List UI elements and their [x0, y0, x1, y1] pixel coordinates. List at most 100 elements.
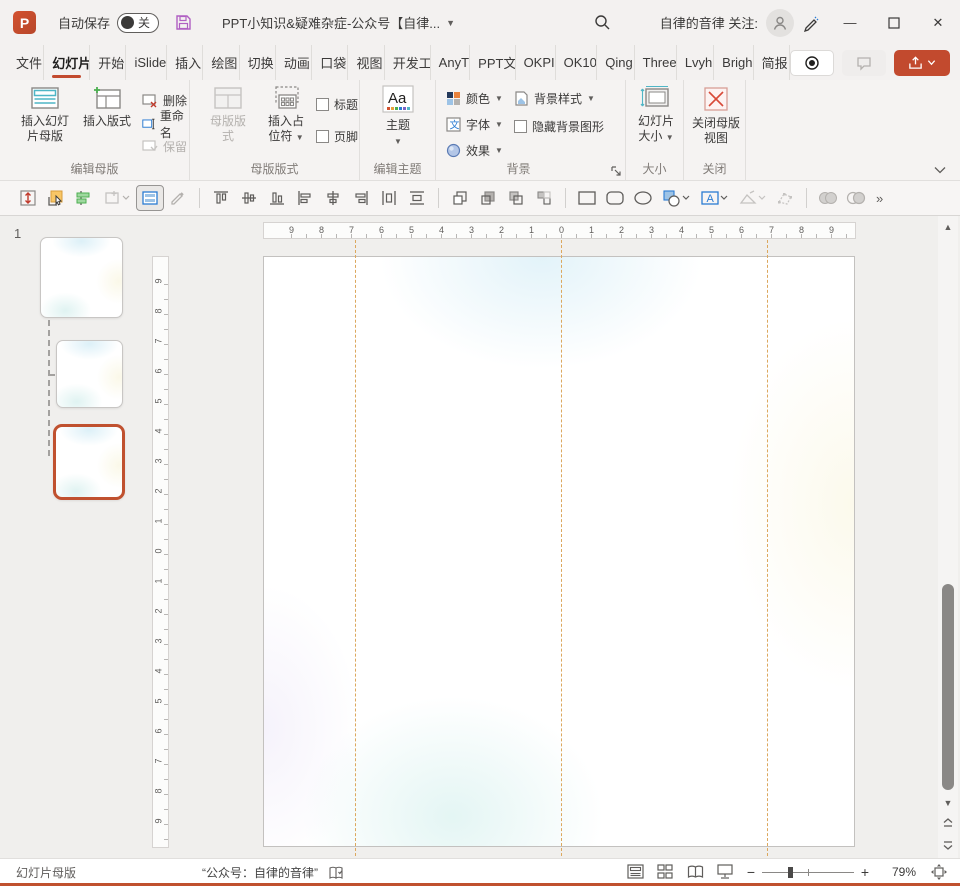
zoom-slider[interactable] [762, 860, 854, 884]
tab-home[interactable]: 开始 [90, 45, 126, 80]
rounded-rectangle-shape-icon[interactable] [601, 185, 629, 211]
preserve-button[interactable]: 保留 [142, 135, 189, 158]
horizontal-ruler[interactable]: 9876543210123456789 [263, 222, 856, 239]
previous-slide-icon[interactable] [938, 814, 958, 832]
distribute-horizontal-icon[interactable] [375, 185, 403, 211]
tab-ok10[interactable]: OK10 [556, 45, 598, 80]
tab-lvyh[interactable]: Lvyh [677, 45, 714, 80]
avatar[interactable] [766, 9, 794, 37]
spell-check-icon[interactable] [328, 866, 344, 880]
fit-to-window-button[interactable] [922, 864, 956, 880]
rectangle-shape-icon[interactable] [573, 185, 601, 211]
insert-slide-master-button[interactable]: 插入幻灯片母版 [16, 85, 74, 144]
ellipse-shape-icon[interactable] [629, 185, 657, 211]
next-slide-icon[interactable] [938, 836, 958, 854]
close-master-view-button[interactable]: 关闭母版视图 [691, 85, 741, 146]
share-button[interactable] [894, 50, 950, 76]
align-center-icon[interactable] [319, 185, 347, 211]
footer-checkbox[interactable]: 页脚 [316, 124, 358, 148]
vertical-guide-center[interactable] [561, 240, 562, 856]
background-styles-button[interactable]: 背景样式▼ [514, 87, 604, 110]
effects-button[interactable]: 效果▼ [446, 139, 503, 162]
close-button[interactable]: ✕ [916, 0, 960, 45]
align-left-icon[interactable] [291, 185, 319, 211]
send-backward-icon[interactable] [474, 185, 502, 211]
tab-anytools[interactable]: AnyT [431, 45, 471, 80]
shapes-gallery-icon[interactable] [657, 185, 695, 211]
master-layout-button[interactable]: 母版版式 [204, 85, 252, 144]
tab-view[interactable]: 视图 [348, 45, 384, 80]
slide-layout-tool-icon[interactable] [136, 185, 164, 211]
background-dialog-launcher[interactable] [611, 166, 621, 176]
powerpoint-app-icon[interactable]: P [13, 11, 36, 34]
normal-view-button[interactable] [620, 860, 650, 884]
tab-transitions[interactable]: 切换 [240, 45, 276, 80]
search-icon[interactable] [586, 6, 620, 40]
save-icon[interactable] [175, 14, 192, 31]
zoom-out-button[interactable]: − [740, 864, 762, 880]
tab-slide-master[interactable]: 幻灯片 [44, 45, 90, 80]
zoom-in-button[interactable]: + [854, 864, 876, 880]
group-objects-icon[interactable] [530, 185, 558, 211]
footer-checkbox-box[interactable] [316, 130, 329, 143]
shape-fill-icon[interactable] [733, 185, 771, 211]
title-dropdown-icon[interactable]: ▼ [446, 18, 455, 28]
maximize-button[interactable] [872, 0, 916, 45]
scroll-down-icon[interactable]: ▼ [938, 794, 958, 812]
hide-background-checkbox-box[interactable] [514, 120, 527, 133]
minimize-button[interactable]: — [828, 0, 872, 45]
edit-points-icon[interactable] [771, 185, 799, 211]
tab-three[interactable]: Three [635, 45, 677, 80]
rename-button[interactable]: 重命名 [142, 112, 189, 135]
tab-file[interactable]: 文件 [0, 45, 44, 80]
zoom-percentage[interactable]: 79% [876, 865, 916, 879]
layout-thumbnail-2-selected[interactable] [53, 424, 125, 500]
tab-jianbao[interactable]: 简报 [754, 45, 790, 80]
align-top-icon[interactable] [207, 185, 235, 211]
text-box-icon[interactable]: A [695, 185, 733, 211]
title-checkbox-box[interactable] [316, 98, 329, 111]
tab-islide[interactable]: iSlide [126, 45, 167, 80]
row-height-tool-icon[interactable] [14, 185, 42, 211]
align-middle-icon[interactable] [235, 185, 263, 211]
hide-background-checkbox[interactable]: 隐藏背景图形 [514, 114, 604, 138]
vertical-guide-right[interactable] [767, 240, 768, 856]
vertical-guide-left[interactable] [355, 240, 356, 856]
tab-animations[interactable]: 动画 [276, 45, 312, 80]
themes-button[interactable]: Aa 主题▼ [376, 85, 420, 148]
record-button[interactable] [790, 50, 834, 76]
tab-pptx[interactable]: PPT文 [470, 45, 515, 80]
tab-developer[interactable]: 开发工 [385, 45, 431, 80]
collapse-ribbon-icon[interactable] [934, 166, 946, 174]
tab-okplus[interactable]: OKPI [516, 45, 556, 80]
slideshow-view-button[interactable] [710, 860, 740, 884]
align-bottom-icon[interactable] [263, 185, 291, 211]
tab-qing[interactable]: Qing [597, 45, 634, 80]
slide-size-button[interactable]: 幻灯片大小 ▼ [634, 85, 678, 144]
distribute-vertical-icon[interactable] [403, 185, 431, 211]
document-title[interactable]: PPT小知识&疑难杂症-公众号【自律... ▼ [222, 13, 455, 32]
comments-button[interactable] [842, 50, 886, 76]
select-object-tool-icon[interactable] [42, 185, 70, 211]
insert-placeholder-button[interactable]: 插入占位符 ▼ [260, 85, 312, 144]
scroll-up-icon[interactable]: ▲ [938, 218, 958, 236]
layout-thumbnail-1[interactable] [56, 340, 123, 408]
colors-button[interactable]: 颜色▼ [446, 87, 503, 110]
format-painter-tool-icon[interactable] [164, 185, 192, 211]
bring-forward-icon[interactable] [446, 185, 474, 211]
insert-layout-button[interactable]: 插入版式 [78, 85, 136, 129]
autosave-control[interactable]: 自动保存 关 [58, 13, 159, 33]
tab-draw[interactable]: 绘图 [203, 45, 239, 80]
align-table-tool-icon[interactable] [70, 185, 98, 211]
merge-shapes-intersect-icon[interactable] [842, 185, 870, 211]
toolbar-overflow-button[interactable]: » [870, 191, 889, 206]
slide-sorter-view-button[interactable] [650, 860, 680, 884]
scrollbar-thumb[interactable] [942, 584, 954, 790]
reading-view-button[interactable] [680, 860, 710, 884]
vertical-scrollbar[interactable]: ▲ ▼ [938, 216, 958, 858]
fonts-button[interactable]: 文 字体▼ [446, 113, 503, 136]
merge-shapes-union-icon[interactable] [814, 185, 842, 211]
tab-bright[interactable]: Brigh [714, 45, 754, 80]
insert-object-dropdown-icon[interactable] [98, 185, 136, 211]
vertical-ruler[interactable]: 9876543210123456789 [152, 256, 169, 848]
